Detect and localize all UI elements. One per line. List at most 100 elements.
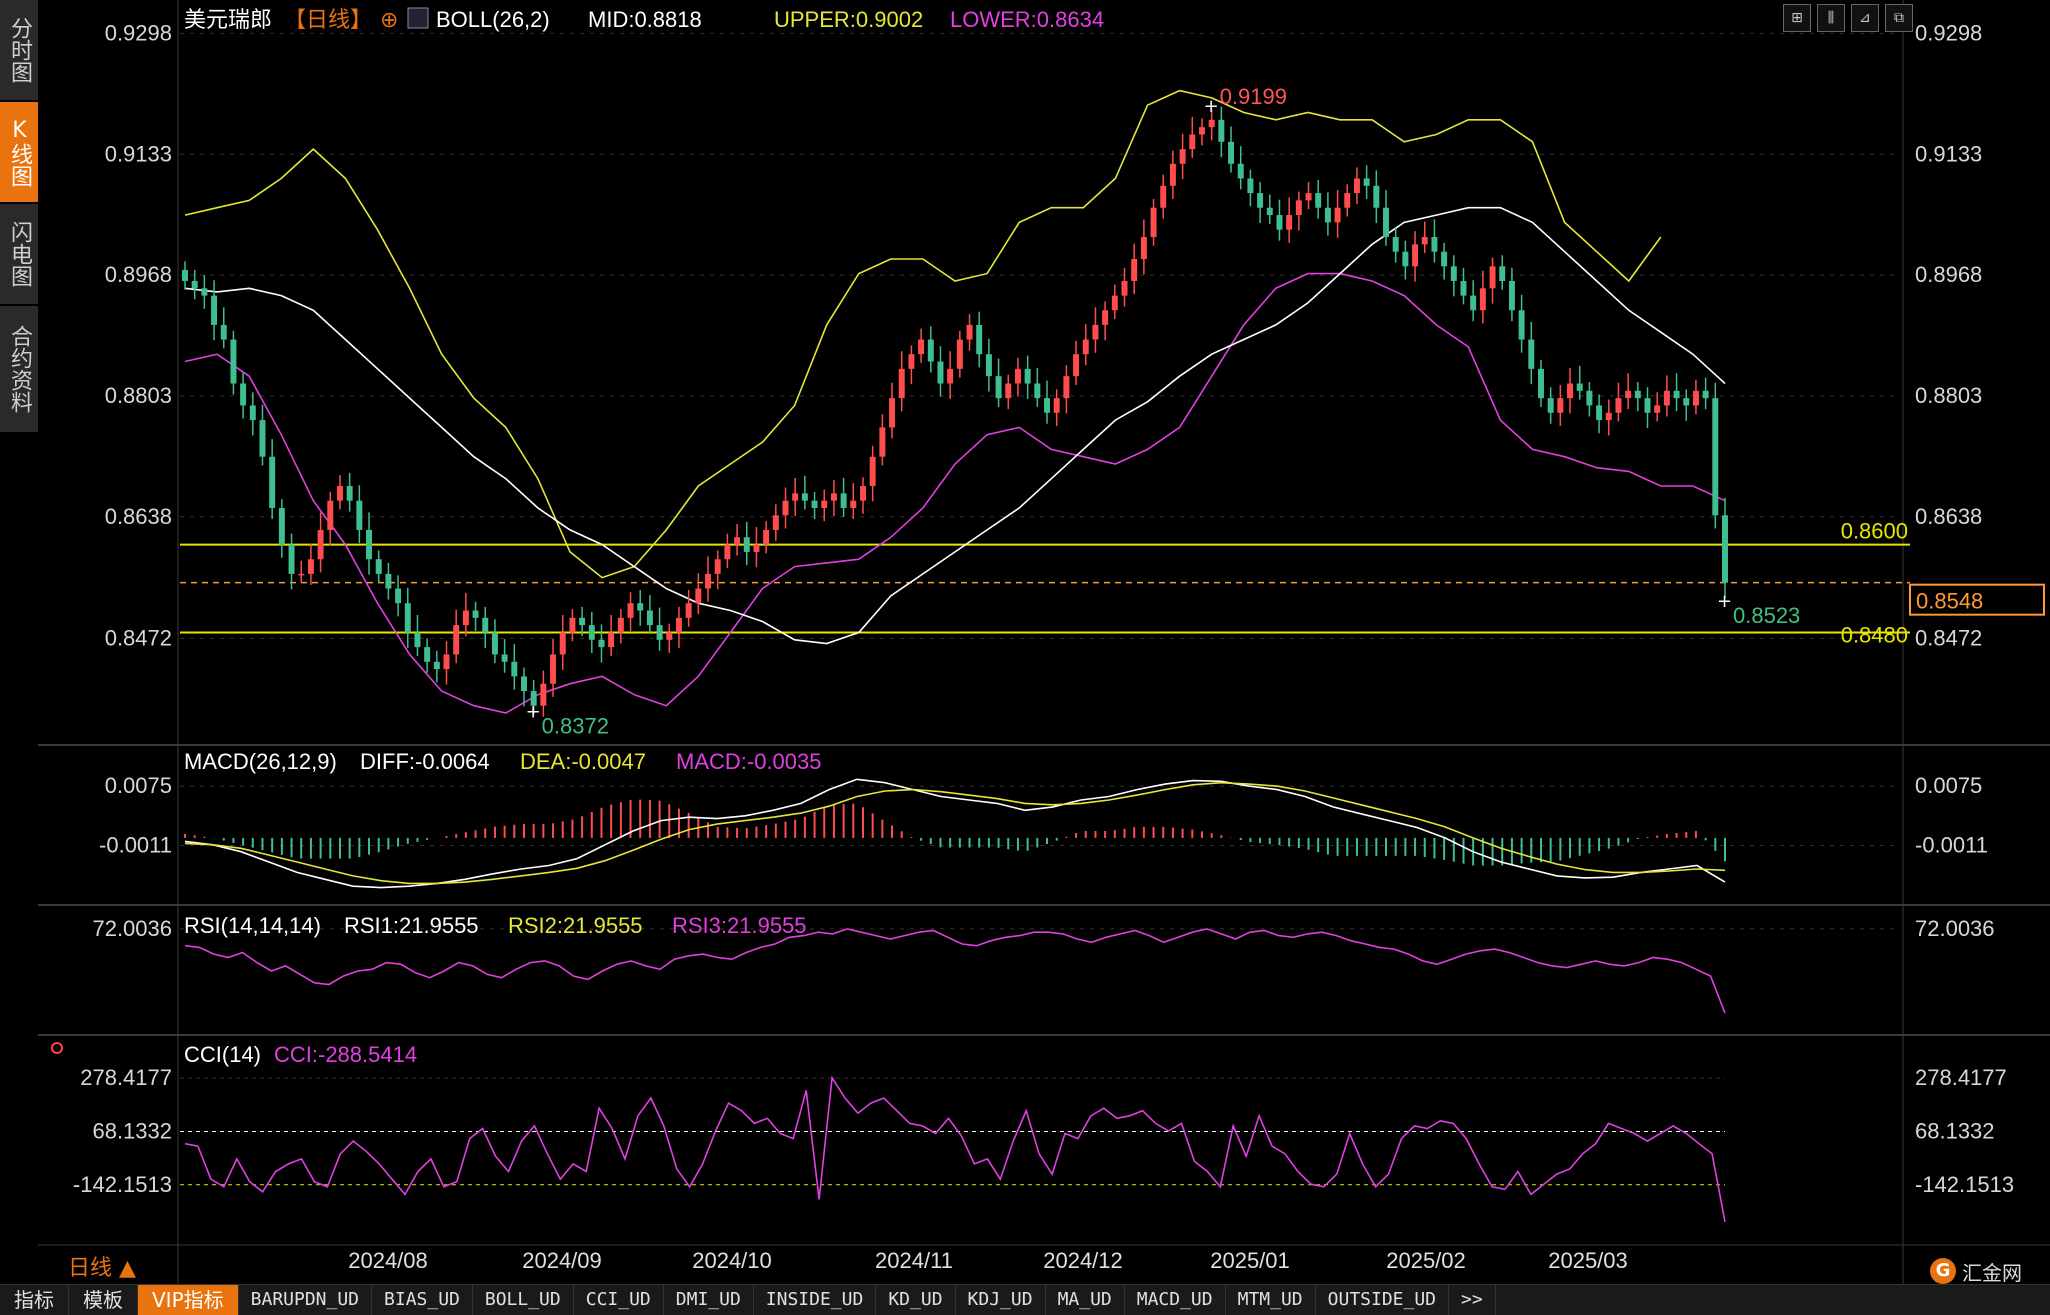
candle-body [608, 632, 615, 648]
chart-icon[interactable]: ⊿ [1851, 4, 1879, 32]
candle-icon[interactable]: ⫼ [1817, 4, 1845, 32]
rsi1-value: RSI1:21.9555 [344, 913, 479, 938]
candle-body [395, 588, 402, 604]
candle-body [898, 368, 905, 399]
candle-body [976, 324, 983, 355]
candle-body [598, 639, 605, 648]
bottom-tab-1[interactable]: 模板 [69, 1285, 138, 1315]
bottom-tab-8[interactable]: INSIDE_UD [754, 1285, 877, 1315]
bottom-tab-14[interactable]: OUTSIDE_UD [1316, 1285, 1450, 1315]
candle-body [1266, 207, 1273, 216]
date-tick-0: 2024/08 [348, 1248, 428, 1273]
date-tick-2: 2024/10 [692, 1248, 772, 1273]
candle-body [336, 486, 343, 501]
bottom-tab-7[interactable]: DMI_UD [664, 1285, 754, 1315]
bottom-tab-13[interactable]: MTM_UD [1226, 1285, 1316, 1315]
candle-body [259, 420, 266, 457]
candle-body [1150, 207, 1157, 238]
candle-body [763, 529, 770, 545]
cci-tick-right-0: 278.4177 [1915, 1065, 2007, 1090]
candle-body [230, 339, 237, 384]
candle-body [588, 625, 595, 640]
annotation-label-0: 0.9199 [1220, 84, 1287, 109]
candle-body [714, 559, 721, 574]
candle-body [1683, 398, 1690, 406]
symbol-name: 美元瑞郎 [184, 7, 272, 32]
candle-body [656, 625, 663, 640]
price-tick-left-5: 0.8472 [105, 625, 172, 650]
candle-body [1334, 207, 1341, 223]
candle-body [782, 500, 789, 516]
boll-upper-value: UPPER:0.9002 [774, 7, 923, 32]
candle-body [646, 610, 653, 626]
macd-tick-right-0: 0.0075 [1915, 773, 1982, 798]
candle-body [443, 654, 450, 670]
bottom-tab-6[interactable]: CCI_UD [574, 1285, 664, 1315]
boll-lower-value: LOWER:0.8634 [950, 7, 1104, 32]
candle-body [482, 617, 489, 633]
fullscreen-icon[interactable]: ⧉ [1885, 4, 1913, 32]
bottom-tab-0[interactable]: 指标 [0, 1285, 69, 1315]
candle-body [850, 500, 857, 508]
date-tick-4: 2024/12 [1043, 1248, 1123, 1273]
crosshair-icon[interactable]: ⊞ [1783, 4, 1811, 32]
candle-body [1567, 383, 1574, 399]
candle-body [1702, 390, 1709, 399]
candle-body [491, 632, 498, 655]
chart-background [38, 0, 2050, 1284]
candle-body [1198, 127, 1205, 135]
candle-body [1654, 405, 1661, 413]
bottom-tab-4[interactable]: BIAS_UD [372, 1285, 473, 1315]
candle-body [1392, 237, 1399, 252]
bottom-tab-12[interactable]: MACD_UD [1125, 1285, 1226, 1315]
candle-body [288, 544, 295, 574]
candle-body [521, 676, 527, 692]
current-price-label: 0.8548 [1916, 589, 1983, 614]
price-tick-left-4: 0.8638 [105, 504, 172, 529]
period-label[interactable]: 日线 ▲ [68, 1250, 136, 1282]
candle-body [346, 486, 353, 501]
candle-body [278, 507, 285, 545]
bottom-tab-9[interactable]: KD_UD [876, 1285, 956, 1315]
boll-icon [407, 7, 429, 29]
candle-body [1431, 237, 1438, 252]
candle-body [1508, 280, 1515, 311]
candle-body [472, 610, 479, 618]
cci-tick-right-1: 68.1332 [1915, 1118, 1995, 1143]
logo: G 汇金网 [1930, 1256, 2022, 1286]
candle-body [211, 295, 218, 325]
price-chart[interactable]: 0.9298 0.9298 0.9133 0.9133 0.8968 0.8968 0.88… [0, 0, 2050, 1284]
candle-body [792, 493, 799, 501]
candle-body [1092, 324, 1099, 340]
bottom-tab-5[interactable]: BOLL_UD [473, 1285, 574, 1315]
macd-macd-value: MACD:-0.0035 [676, 749, 822, 774]
rsi2-value: RSI2:21.9555 [508, 913, 643, 938]
candle-body [327, 500, 334, 530]
bottom-tab-15[interactable]: >> [1449, 1285, 1496, 1315]
candle-body [1179, 149, 1186, 164]
bottom-tab-11[interactable]: MA_UD [1046, 1285, 1125, 1315]
candle-body [1218, 119, 1225, 142]
candle-body [1383, 207, 1389, 238]
candle-body [821, 500, 828, 508]
candle-body [1421, 237, 1428, 245]
candle-body [1441, 251, 1448, 267]
candle-body [927, 339, 934, 362]
candle-body [1276, 215, 1283, 230]
price-tick-right-2: 0.8968 [1915, 262, 1982, 287]
horizontal-line-label-0: 0.8600 [1841, 519, 1908, 544]
price-tick-right-0: 0.9298 [1915, 20, 1982, 45]
annotation-marker-1: + [526, 702, 541, 723]
date-tick-7: 2025/03 [1548, 1248, 1628, 1273]
bottom-tab-2[interactable]: VIP指标 [138, 1285, 239, 1315]
candle-body [1402, 251, 1409, 267]
candle-body [617, 617, 624, 633]
candle-body [811, 500, 818, 508]
candle-body [1005, 383, 1012, 399]
candle-body [1082, 339, 1089, 355]
annotation-label-1: 0.8372 [542, 714, 609, 739]
bottom-tab-10[interactable]: KDJ_UD [956, 1285, 1046, 1315]
bottom-tab-3[interactable]: BARUPDN_UD [239, 1285, 373, 1315]
candle-body [1121, 280, 1128, 296]
candle-body [985, 354, 992, 377]
